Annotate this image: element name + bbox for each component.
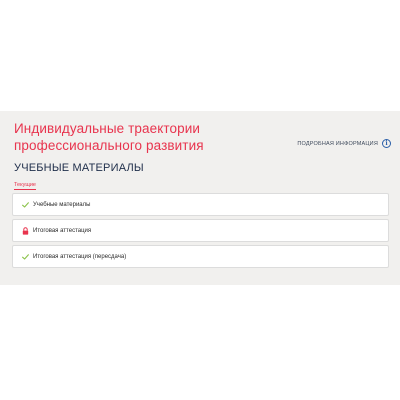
- course-title-line-1: Индивидуальные траектории: [14, 121, 200, 136]
- list-item-label: Итоговая аттестация (пересдача): [33, 253, 127, 260]
- more-info-label: ПОДРОБНАЯ ИНФОРМАЦИЯ: [297, 140, 378, 147]
- lock-icon: [21, 226, 29, 235]
- list-item-label: Учебные материалы: [33, 201, 91, 208]
- section-heading: УЧЕБНЫЕ МАТЕРИАЛЫ: [14, 162, 144, 174]
- list-item-label: Итоговая аттестация: [33, 227, 92, 234]
- more-info-link[interactable]: ПОДРОБНАЯ ИНФОРМАЦИЯ i: [297, 139, 391, 148]
- filter-tag-current[interactable]: Текущие: [14, 182, 36, 190]
- materials-list: Учебные материалы Итоговая аттестация Ит…: [12, 193, 389, 271]
- checkmark-icon: [21, 201, 29, 209]
- course-title-line-2: профессионального развития: [14, 138, 204, 153]
- checkmark-icon: [21, 253, 29, 261]
- course-panel: Индивидуальные траектории профессиональн…: [0, 111, 400, 285]
- list-item-final-attestation-retake[interactable]: Итоговая аттестация (пересдача): [12, 245, 389, 268]
- info-circle-icon[interactable]: i: [382, 139, 391, 148]
- course-title: Индивидуальные траектории профессиональн…: [14, 120, 274, 154]
- list-item-final-attestation[interactable]: Итоговая аттестация: [12, 219, 389, 242]
- list-item-materials[interactable]: Учебные материалы: [12, 193, 389, 216]
